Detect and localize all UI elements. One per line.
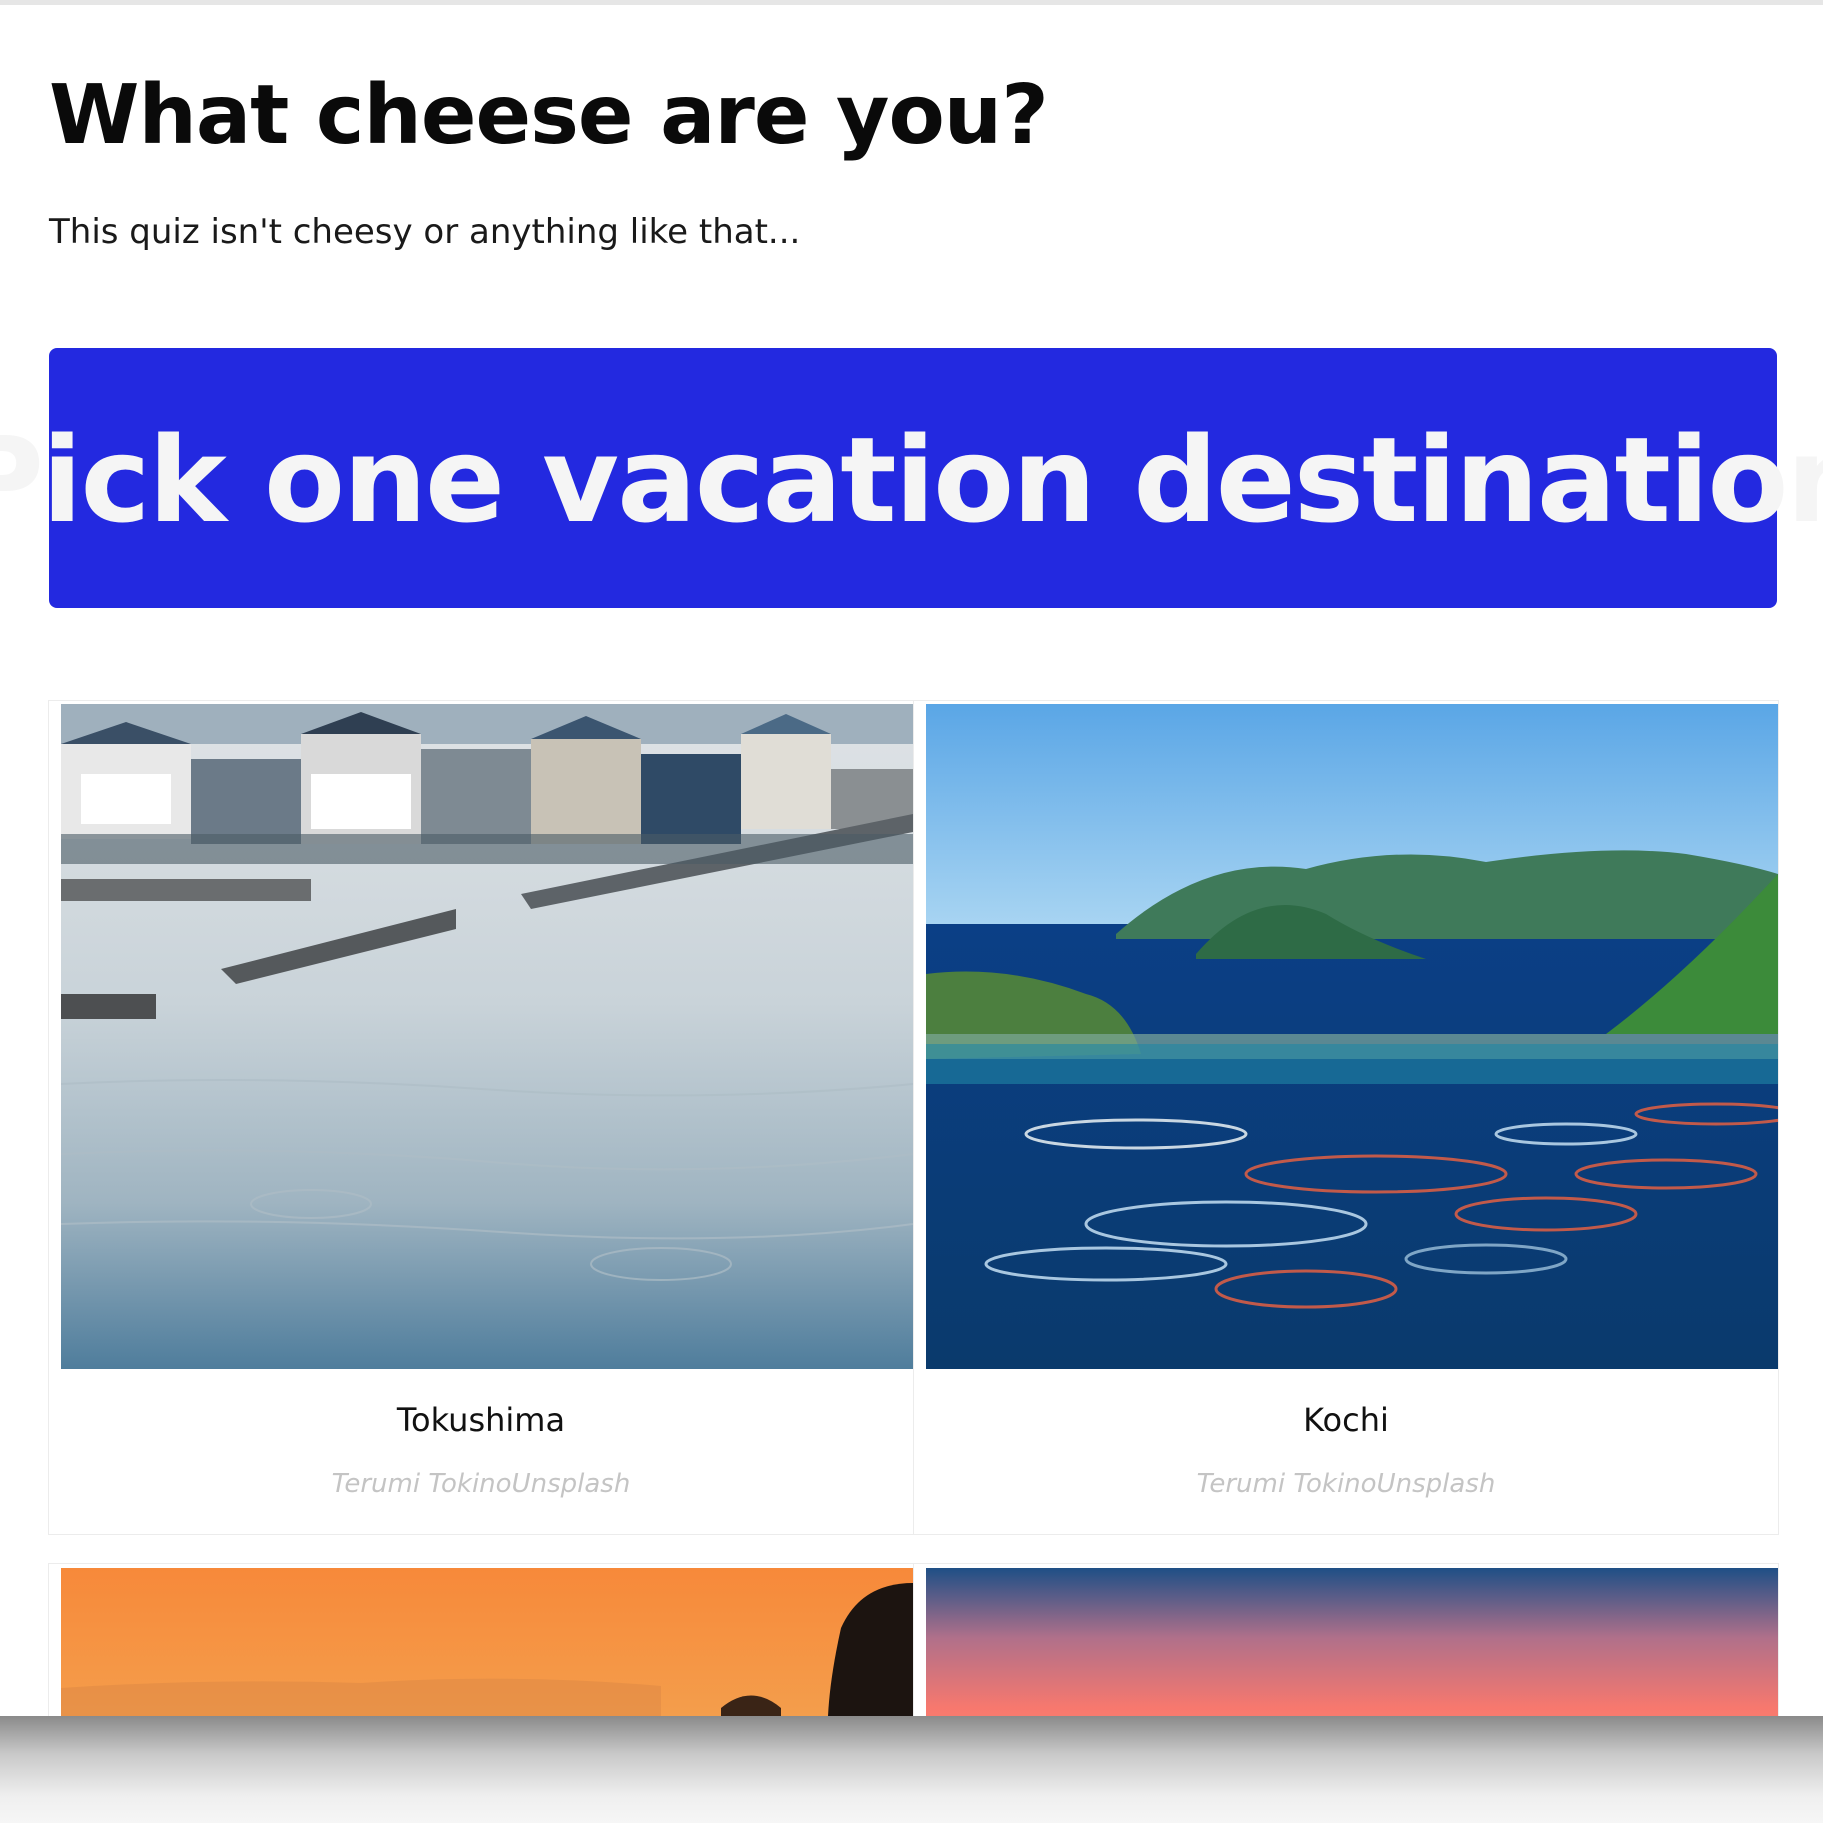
answer-card-4[interactable] [913, 1563, 1779, 1716]
orange-sunset-coast-photo [61, 1568, 913, 1716]
page-viewport: What cheese are you? This quiz isn't che… [0, 0, 1823, 1716]
answer-card-tokushima[interactable]: Tokushima Terumi TokinoUnsplash [48, 700, 914, 1535]
quiz-subtitle: This quiz isn't cheesy or anything like … [49, 212, 801, 252]
question-banner: Pick one vacation destination [0, 348, 1823, 608]
top-divider [0, 0, 1823, 5]
photo-credit: Terumi TokinoUnsplash [1196, 1469, 1496, 1499]
photo-credit: Terumi TokinoUnsplash [331, 1469, 631, 1499]
harbor-town-photo [61, 704, 913, 1369]
answer-card-kochi[interactable]: Kochi Terumi TokinoUnsplash [913, 700, 1779, 1535]
window-bottom-shadow [0, 1716, 1823, 1823]
answer-label: Tokushima [396, 1401, 566, 1439]
quiz-title: What cheese are you? [49, 68, 1049, 163]
pink-sky-sunset-photo [926, 1568, 1778, 1716]
question-text: Pick one vacation destination [0, 411, 1823, 549]
bay-fish-farm-photo [926, 704, 1778, 1369]
answer-label: Kochi [1303, 1401, 1389, 1439]
answer-card-3[interactable] [48, 1563, 914, 1716]
